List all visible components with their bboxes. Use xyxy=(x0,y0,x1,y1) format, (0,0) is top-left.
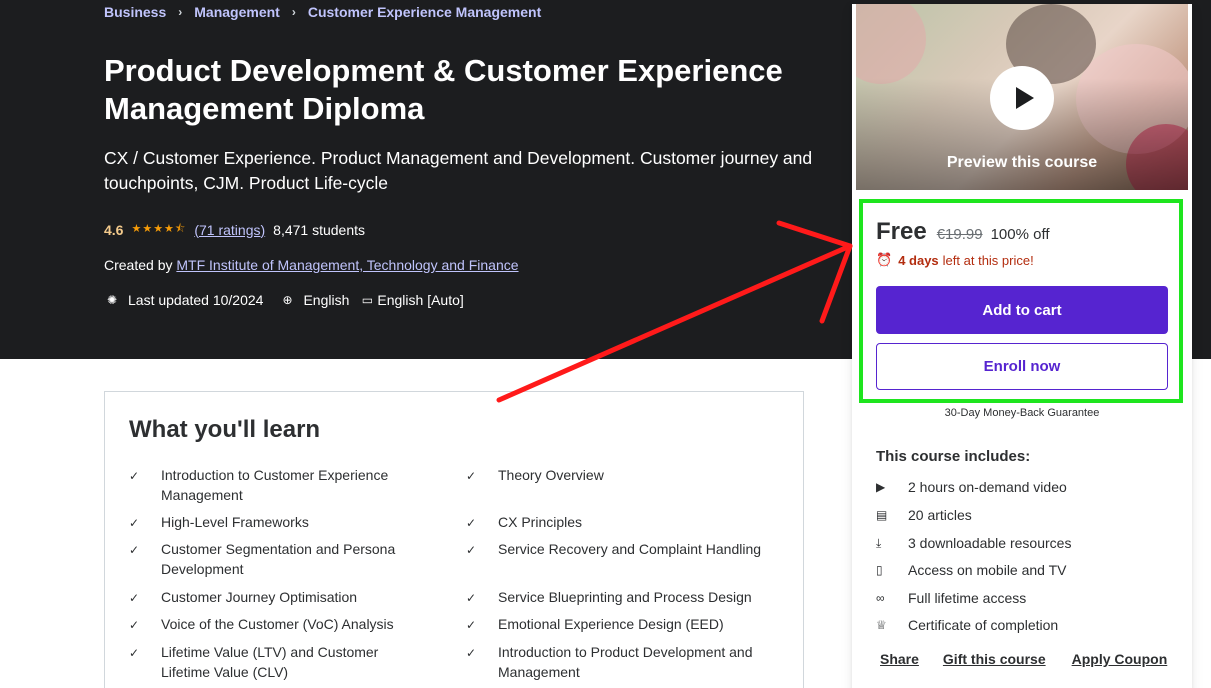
purchase-sidebar: Preview this course Free €19.99 100% off… xyxy=(852,4,1192,688)
what-you-will-learn: What you'll learn ✓ Introduction to Custo… xyxy=(104,391,804,688)
ratings-count-link[interactable]: (71 ratings) xyxy=(194,222,265,238)
learn-item: ✓ CX Principles xyxy=(466,513,768,534)
check-icon: ✓ xyxy=(129,591,140,605)
infinity-icon: ∞ xyxy=(876,591,885,605)
captions-text: English [Auto] xyxy=(377,292,464,308)
star-rating-icon: ★★★★⯪ xyxy=(131,223,187,235)
breadcrumb-business[interactable]: Business xyxy=(104,4,166,20)
article-icon: ▤ xyxy=(876,508,888,522)
last-updated-text: Last updated 10/2024 xyxy=(128,292,264,308)
breadcrumb-cx-management[interactable]: Customer Experience Management xyxy=(308,4,541,20)
author-link[interactable]: MTF Institute of Management, Technology … xyxy=(176,257,518,273)
check-icon: ✓ xyxy=(129,543,140,557)
students-count: 8,471 students xyxy=(273,221,366,238)
learn-item: ✓ Service Recovery and Complaint Handling xyxy=(466,540,788,561)
include-item: ▶︎ 2 hours on-demand video xyxy=(876,479,1067,495)
discount-percent: 100% off xyxy=(990,226,1050,243)
include-item: ♕ Certificate of completion xyxy=(876,617,1059,633)
video-icon: ▶︎ xyxy=(876,480,886,494)
check-icon: ✓ xyxy=(129,469,140,483)
original-price: €19.99 xyxy=(936,226,983,243)
include-item: ▯ Access on mobile and TV xyxy=(876,562,1067,578)
download-icon: ⤓ xyxy=(876,535,882,550)
check-icon: ✓ xyxy=(129,618,140,632)
includes-title: This course includes: xyxy=(876,448,1031,465)
sidebar-links: Share Gift this course Apply Coupon xyxy=(880,651,1167,667)
breadcrumb: Business › Management › Customer Experie… xyxy=(104,4,541,20)
enroll-now-button[interactable]: Enroll now xyxy=(876,343,1168,390)
learn-item: ✓ Service Blueprinting and Process Design xyxy=(466,588,788,609)
learn-item: ✓ Introduction to Product Development and… xyxy=(466,643,768,682)
add-to-cart-button[interactable]: Add to cart xyxy=(876,286,1168,334)
course-title: Product Development & Customer Experienc… xyxy=(104,53,783,126)
money-back-guarantee: 30-Day Money-Back Guarantee xyxy=(944,407,1100,419)
created-by: Created by MTF Institute of Management, … xyxy=(104,257,519,273)
include-item: ▤ 20 articles xyxy=(876,507,972,523)
course-meta: ✺ Last updated 10/2024 ⊕ English ▭ Engli… xyxy=(104,292,474,308)
alert-badge-icon: ✺ xyxy=(106,293,118,307)
preview-label[interactable]: Preview this course xyxy=(856,154,1188,172)
include-item: ∞ Full lifetime access xyxy=(876,590,1027,606)
play-button[interactable] xyxy=(990,66,1054,130)
rating-value: 4.6 xyxy=(104,221,124,238)
chevron-right-icon: › xyxy=(291,5,296,19)
check-icon: ✓ xyxy=(466,543,477,557)
learn-item: ✓ Customer Segmentation and Persona Devel… xyxy=(129,540,431,579)
learn-item: ✓ Introduction to Customer Experience Man… xyxy=(129,466,431,505)
captions: ▭ English [Auto] xyxy=(359,292,464,308)
learn-item: ✓ Customer Journey Optimisation xyxy=(129,588,431,609)
course-subtitle: CX / Customer Experience. Product Manage… xyxy=(104,148,813,193)
check-icon: ✓ xyxy=(129,516,140,530)
course-preview[interactable]: Preview this course xyxy=(856,4,1188,190)
play-icon xyxy=(1015,87,1034,109)
current-price: Free xyxy=(876,218,927,245)
learn-item: ✓ Lifetime Value (LTV) and Customer Lifet… xyxy=(129,643,431,682)
chevron-right-icon: › xyxy=(178,5,183,19)
timer-days: 4 days xyxy=(898,252,939,268)
last-updated: ✺ Last updated 10/2024 xyxy=(104,292,264,308)
learn-item: ✓ Theory Overview xyxy=(466,466,768,487)
gift-course-link[interactable]: Gift this course xyxy=(943,651,1046,667)
check-icon: ✓ xyxy=(129,646,140,660)
rating-row: 4.6 ★★★★⯪ (71 ratings) 8,471 students xyxy=(104,220,365,239)
language: ⊕ English xyxy=(279,292,349,308)
price-timer: ⏰ 4 days left at this price! xyxy=(876,252,1034,268)
trophy-icon: ♕ xyxy=(876,618,887,632)
language-text: English xyxy=(303,292,350,308)
apply-coupon-link[interactable]: Apply Coupon xyxy=(1072,651,1168,667)
learn-title: What you'll learn xyxy=(129,416,321,443)
check-icon: ✓ xyxy=(466,618,477,632)
learn-item: ✓ High-Level Frameworks xyxy=(129,513,431,534)
check-icon: ✓ xyxy=(466,469,477,483)
timer-text: left at this price! xyxy=(942,252,1034,268)
mobile-icon: ▯ xyxy=(876,563,883,577)
check-icon: ✓ xyxy=(466,591,477,605)
check-icon: ✓ xyxy=(466,516,477,530)
learn-item: ✓ Voice of the Customer (VoC) Analysis xyxy=(129,615,431,636)
created-by-label: Created by xyxy=(104,257,173,273)
alarm-clock-icon: ⏰ xyxy=(876,252,893,267)
learn-item: ✓ Emotional Experience Design (EED) xyxy=(466,615,788,636)
price-row: Free €19.99 100% off xyxy=(876,218,1050,246)
include-item: ⤓ 3 downloadable resources xyxy=(876,535,1072,551)
check-icon: ✓ xyxy=(466,646,477,660)
captions-icon: ▭ xyxy=(361,293,374,307)
globe-icon: ⊕ xyxy=(282,293,293,307)
breadcrumb-management[interactable]: Management xyxy=(194,4,280,20)
share-link[interactable]: Share xyxy=(880,651,919,667)
